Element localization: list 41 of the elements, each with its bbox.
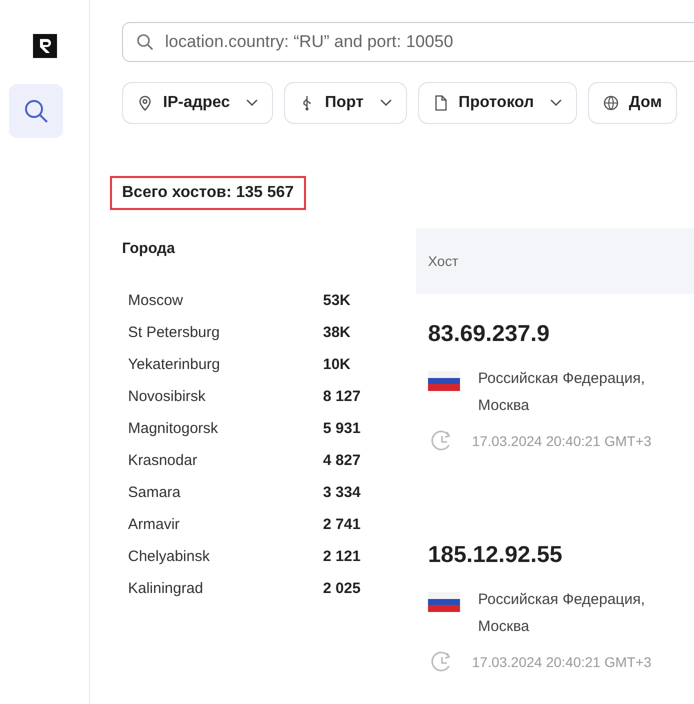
city-count: 3 334	[323, 484, 361, 500]
city-count: 53K	[323, 292, 351, 308]
city-name: St Petersburg	[128, 324, 221, 340]
total-hosts: Всего хостов: 135 567	[110, 176, 306, 210]
host-timestamp: 17.03.2024 20:40:21 GMT+3	[472, 433, 652, 449]
document-icon	[432, 95, 449, 111]
host-location: Российская Федерация, Москва	[478, 590, 646, 637]
city-name: Moscow	[128, 292, 184, 308]
city-count: 10K	[323, 356, 351, 372]
globe-icon	[602, 95, 619, 111]
city-name: Magnitogorsk	[128, 420, 220, 436]
city-count: 2 121	[323, 548, 361, 564]
flag-icon	[428, 592, 460, 612]
flag-icon	[428, 371, 460, 391]
city-name: Samara	[128, 484, 182, 500]
filter-dropdown[interactable]: Порт	[284, 82, 407, 124]
filter-dropdown[interactable]: IP-адрес	[122, 82, 273, 124]
logo-icon	[32, 34, 56, 58]
city-name: Chelyabinsk	[128, 548, 211, 564]
host-location: Российская Федерация, Москва	[478, 369, 646, 416]
search-button[interactable]	[8, 84, 62, 138]
filter-dropdown[interactable]: Дом	[588, 82, 677, 124]
city-count: 8 127	[323, 388, 361, 404]
city-name: Novosibirsk	[128, 388, 207, 404]
cities-title: Города	[122, 240, 175, 257]
city-name: Yekaterinburg	[128, 356, 222, 372]
city-name: Kaliningrad	[128, 580, 204, 596]
city-count: 2 741	[323, 516, 361, 532]
column-header: Хост	[428, 253, 458, 269]
host-ip[interactable]: 83.69.237.9	[428, 320, 550, 347]
city-count: 4 827	[323, 452, 361, 468]
host-timestamp: 17.03.2024 20:40:21 GMT+3	[472, 654, 652, 670]
city-count: 38K	[323, 324, 351, 340]
city-count: 2 025	[323, 580, 361, 596]
city-name: Krasnodar	[128, 452, 198, 468]
pin-icon	[137, 95, 153, 111]
search-field[interactable]: location.country: “RU” and port: 10050	[122, 22, 694, 62]
host-ip[interactable]: 185.12.92.55	[428, 541, 562, 568]
city-name: Armavir	[128, 516, 181, 532]
filter-dropdown[interactable]: Протокол	[418, 82, 577, 124]
city-count: 5 931	[323, 420, 361, 436]
